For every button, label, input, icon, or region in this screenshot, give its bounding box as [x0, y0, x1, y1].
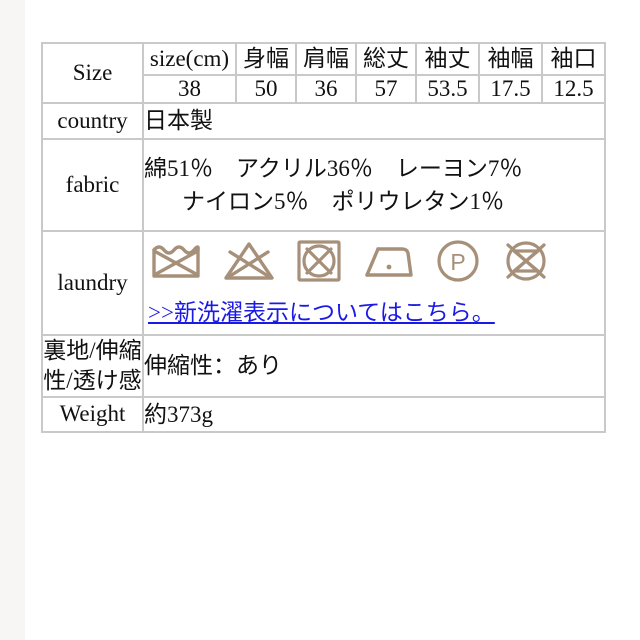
- row-value-fabric: 綿51％ アクリル36％ レーヨン7％ ナイロン5％ ポリウレタン1％: [142, 137, 606, 233]
- col-header-sleeve-width: 袖幅: [478, 41, 543, 77]
- col-header-shoulder-width: 肩幅: [295, 41, 357, 77]
- row-value-laundry: P >>新洗濯表示についてはこちら。: [142, 230, 606, 336]
- measurement-shoulder-width: 36: [295, 74, 357, 105]
- row-label-laundry: laundry: [41, 230, 144, 336]
- row-value-country: 日本製: [142, 102, 606, 140]
- table-row-size-header: Size size(cm) 身幅 肩幅 総丈 袖丈 袖幅 袖口: [41, 41, 606, 105]
- col-header-sleeve-length: 袖丈: [415, 41, 480, 77]
- table-row-fabric: fabric 綿51％ アクリル36％ レーヨン7％ ナイロン5％ ポリウレタン…: [41, 137, 606, 233]
- do-not-wash-icon: [148, 238, 204, 284]
- laundry-symbol-group: P: [144, 232, 604, 290]
- col-header-body-width: 身幅: [235, 41, 297, 77]
- table-row-country: country 日本製: [41, 102, 606, 140]
- do-not-tumble-dry-icon: [294, 237, 344, 285]
- measurement-sleeve-length: 53.5: [415, 74, 480, 105]
- do-not-bleach-icon: [222, 238, 276, 284]
- svg-text:P: P: [450, 249, 465, 275]
- col-header-cuff: 袖口: [541, 41, 606, 77]
- fabric-composition-line-2: ナイロン5％ ポリウレタン1％: [182, 189, 504, 215]
- table-row-laundry: laundry P >>新洗濯表示についてはこちら。: [41, 230, 606, 336]
- dryclean-petroleum-icon: P: [434, 237, 482, 285]
- measurement-sleeve-width: 17.5: [478, 74, 543, 105]
- product-spec-table: Size size(cm) 身幅 肩幅 総丈 袖丈 袖幅 袖口 38 50 36…: [41, 41, 606, 433]
- product-spec-page: Size size(cm) 身幅 肩幅 総丈 袖丈 袖幅 袖口 38 50 36…: [0, 0, 640, 640]
- fabric-composition-line-1: 綿51％ アクリル36％ レーヨン7％: [144, 155, 523, 181]
- col-header-total-length: 総丈: [355, 41, 417, 77]
- row-label-size: Size: [41, 41, 144, 105]
- row-label-country: country: [41, 102, 144, 140]
- table-row-weight: Weight 約373g: [41, 395, 606, 433]
- row-label-fabric: fabric: [41, 137, 144, 233]
- measurement-body-width: 50: [235, 74, 297, 105]
- do-not-wring-icon: [500, 237, 552, 285]
- iron-low-heat-icon: [362, 239, 416, 283]
- laundry-care-label-link[interactable]: >>新洗濯表示についてはこちら。: [148, 296, 604, 329]
- row-value-weight: 約373g: [142, 395, 606, 433]
- measurement-cuff: 12.5: [541, 74, 606, 105]
- col-header-size-cm: size(cm): [142, 41, 237, 77]
- measurement-total-length: 57: [355, 74, 417, 105]
- row-value-lining-stretch-sheerness: 伸縮性：あり: [142, 333, 606, 398]
- table-row-lining-stretch-sheerness: 裏地/伸縮性/透け感 伸縮性：あり: [41, 333, 606, 398]
- row-label-lining-stretch-sheerness: 裏地/伸縮性/透け感: [41, 333, 144, 398]
- row-label-weight: Weight: [41, 395, 144, 433]
- measurement-size-cm: 38: [142, 74, 237, 105]
